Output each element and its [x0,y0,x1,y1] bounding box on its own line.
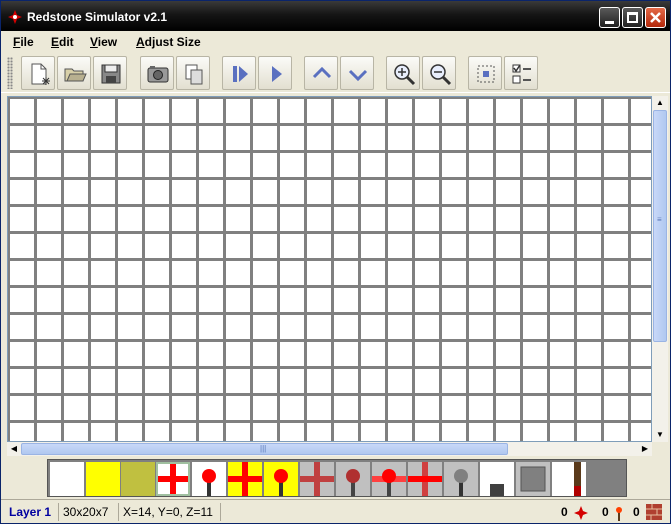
toolbar [1,53,670,93]
menu-adjust-size[interactable]: Adjust Size [136,35,201,49]
palette-torch-dim[interactable] [336,462,370,496]
vertical-scrollbar[interactable]: ▲ ≡ ▼ [652,96,668,442]
grid[interactable] [8,97,651,441]
step-forward-icon [233,66,248,82]
chevron-down-icon [348,69,368,82]
palette-block-gray[interactable] [516,462,550,496]
status-size: 30x20x7 [59,503,119,521]
maximize-button[interactable] [622,7,643,28]
torch-icon [346,469,360,496]
palette-air[interactable] [50,462,84,496]
play-icon [272,66,282,82]
door-icon [574,462,581,496]
zoom-in-icon [394,64,416,86]
play-button[interactable] [258,56,292,90]
arrow-left-icon: ◀ [10,444,18,453]
menu-file[interactable]: File [13,35,34,49]
fit-view-icon [477,65,495,83]
palette-lever[interactable] [444,462,478,496]
button-icon [490,484,504,496]
palette-torch-yellow[interactable] [264,462,298,496]
layer-down-button[interactable] [340,56,374,90]
toolbar-grip[interactable] [7,57,13,89]
fit-view-button[interactable] [468,56,502,90]
copy-button[interactable] [176,56,210,90]
scroll-down-button[interactable]: ▼ [652,428,668,442]
status-layer: Layer 1 [5,503,59,521]
block-icon [520,466,546,492]
redstone-app-icon [8,10,22,24]
menu-bar: File Edit View Adjust Size [1,31,670,53]
app-window: Redstone Simulator v2.1 File Edit View A… [0,0,671,524]
palette-wire-cross-red[interactable] [408,462,442,496]
new-file-icon [31,63,50,85]
thumb-grip-icon: ||| [260,444,267,453]
minimize-button[interactable] [599,7,620,28]
arrow-up-icon: ▲ [656,98,664,107]
open-button[interactable] [57,56,91,90]
torch-icon [616,507,622,521]
window-title: Redstone Simulator v2.1 [27,10,168,24]
save-icon [101,64,121,84]
open-folder-icon [64,68,87,82]
options-button[interactable] [504,56,538,90]
status-coordinates: X=14, Y=0, Z=11 [119,503,221,521]
arrow-right-icon: ▶ [641,444,649,453]
circuit-grid-canvas[interactable] [7,96,652,442]
zoom-out-icon [430,64,452,86]
scroll-corner [652,442,668,456]
status-count-torches: 0 [602,505,609,519]
checklist-icon [512,64,531,84]
palette-block-dim[interactable] [121,462,155,496]
palette-button[interactable] [480,462,514,496]
palette-wire-cross-dim[interactable] [300,462,334,496]
close-icon [650,12,661,23]
torch-icon [274,469,288,496]
red-cross-icon [228,462,262,496]
new-file-button[interactable] [21,56,55,90]
minimize-icon [605,21,614,24]
status-count-wires: 0 [561,505,568,519]
palette-torch[interactable] [192,462,226,496]
menu-view[interactable]: View [90,35,117,49]
zoom-in-button[interactable] [386,56,420,90]
palette-wire-cross-on[interactable] [228,462,262,496]
dim-cross-icon [300,462,334,496]
menu-edit[interactable]: Edit [51,35,74,49]
status-count-blocks: 0 [633,505,640,519]
step-forward-button[interactable] [222,56,256,90]
palette-wire-cross[interactable] [156,462,190,496]
block-palette [47,459,627,497]
status-bar: Layer 1 30x20x7 X=14, Y=0, Z=11 0 0 0 [1,499,670,523]
maximize-icon [627,12,638,23]
zoom-out-button[interactable] [422,56,456,90]
brick-block-icon [646,504,662,520]
palette-torch-cross[interactable] [372,462,406,496]
red-cross-icon [408,462,442,496]
horizontal-scroll-thumb[interactable]: ||| [21,443,508,455]
camera-icon [147,66,169,83]
title-bar[interactable]: Redstone Simulator v2.1 [1,1,670,31]
save-button[interactable] [93,56,127,90]
redstone-dust-icon [574,506,588,520]
chevron-up-icon [312,66,332,79]
screenshot-button[interactable] [140,56,174,90]
copy-icon [185,64,203,85]
scroll-right-button[interactable]: ▶ [638,442,652,456]
torch-icon [202,469,216,496]
torch-cross-icon [372,469,406,496]
palette-door[interactable] [552,462,586,496]
scroll-up-button[interactable]: ▲ [652,96,668,110]
thumb-grip-icon: ≡ [657,215,662,224]
scroll-left-button[interactable]: ◀ [7,442,21,456]
horizontal-scrollbar[interactable]: ◀ ||| ▶ [7,442,652,456]
red-cross-icon [158,464,188,494]
layer-up-button[interactable] [304,56,338,90]
vertical-scroll-thumb[interactable]: ≡ [653,110,667,342]
arrow-down-icon: ▼ [656,430,664,439]
lever-icon [454,469,468,496]
close-button[interactable] [645,7,666,28]
palette-wire-block[interactable] [86,462,120,496]
